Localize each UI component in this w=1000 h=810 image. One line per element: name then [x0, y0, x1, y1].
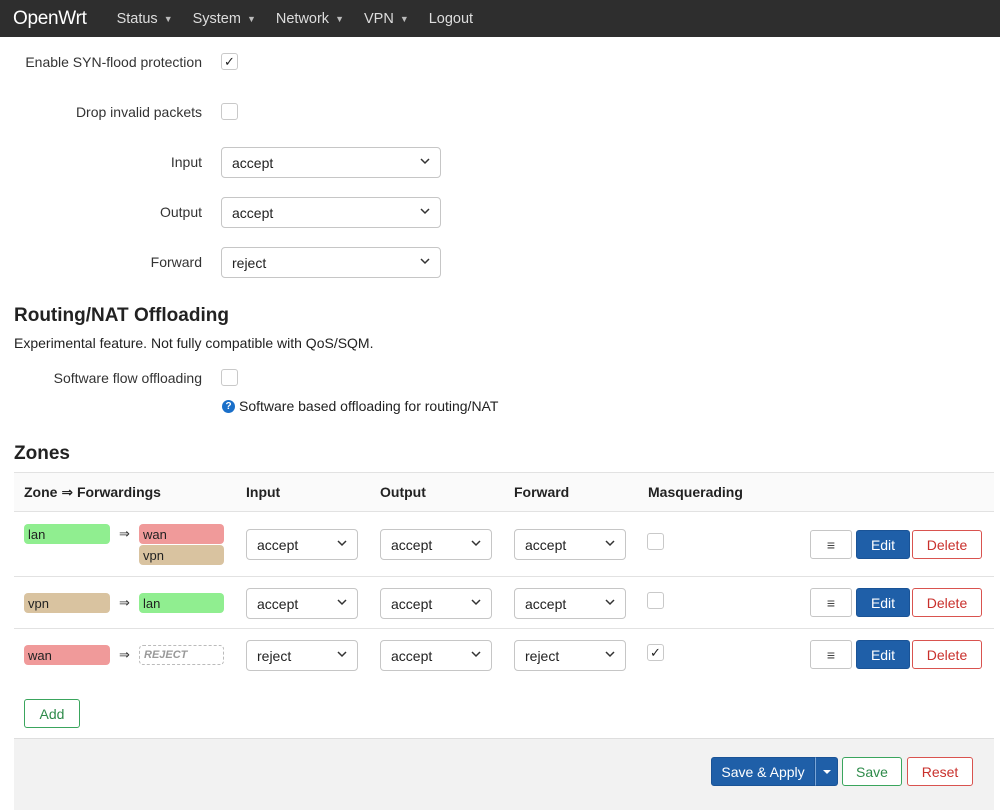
chevron-down-icon: [605, 651, 615, 658]
forward-arrow: ⇒: [119, 647, 130, 662]
menu-logout[interactable]: Logout: [429, 11, 473, 27]
input-policy-label: Input: [170, 154, 202, 170]
col-output: Output: [380, 484, 426, 500]
save-button[interactable]: Save: [842, 757, 902, 786]
zone-forward-select[interactable]: reject: [514, 640, 626, 671]
save-apply-button[interactable]: Save & Apply: [711, 757, 815, 786]
output-policy-select[interactable]: accept: [221, 197, 441, 228]
edit-button[interactable]: Edit: [856, 640, 910, 669]
drop-invalid-label: Drop invalid packets: [75, 104, 202, 120]
save-apply-dropdown[interactable]: [815, 757, 838, 786]
offloading-title: Routing/NAT Offloading: [14, 305, 229, 326]
offloading-description: Experimental feature. Not fully compatib…: [14, 335, 374, 351]
chevron-down-icon: [337, 599, 347, 606]
caret-down-icon: ▼: [335, 13, 344, 24]
forwarding-badge-wan: wan: [139, 524, 224, 544]
menu-network[interactable]: Network ▼: [276, 11, 344, 27]
zone-output-select[interactable]: accept: [380, 588, 492, 619]
col-masquerading: Masquerading: [648, 484, 743, 500]
chevron-down-icon: [471, 540, 481, 547]
zone-input-select[interactable]: accept: [246, 588, 358, 619]
masquerading-checkbox[interactable]: [647, 533, 664, 550]
col-input: Input: [246, 484, 281, 500]
zone-input-select[interactable]: reject: [246, 640, 358, 671]
chevron-down-icon: [337, 651, 347, 658]
syn-flood-label: Enable SYN-flood protection: [25, 54, 202, 70]
caret-down-icon: ▼: [163, 13, 173, 24]
zone-badge-wan[interactable]: wan: [24, 645, 110, 665]
zones-table-header: [14, 472, 994, 512]
col-zone-forwardings: Zone ⇒ Forwardings: [24, 484, 161, 500]
top-navbar: OpenWrt Status ▼ System ▼ Network ▼ VPN ▼ Lo…: [0, 0, 1000, 37]
zone-badge-lan[interactable]: lan: [24, 524, 110, 544]
zone-badge-vpn[interactable]: vpn: [24, 593, 110, 613]
menu-vpn[interactable]: VPN ▼: [364, 11, 409, 27]
menu-status[interactable]: Status ▼: [117, 11, 173, 27]
zone-forward-select[interactable]: accept: [514, 588, 626, 619]
col-forward: Forward: [514, 484, 570, 500]
chevron-down-icon: [420, 158, 430, 165]
menu-system[interactable]: System ▼: [193, 11, 256, 27]
masquerading-checkbox[interactable]: ✓: [647, 644, 664, 661]
brand-logo[interactable]: OpenWrt: [13, 8, 87, 30]
delete-button[interactable]: Delete: [912, 530, 982, 559]
zone-output-select[interactable]: accept: [380, 640, 492, 671]
forward-policy-label: Forward: [150, 254, 202, 270]
chevron-down-icon: [605, 599, 615, 606]
drag-handle-button[interactable]: ≡: [810, 588, 852, 617]
masquerading-checkbox[interactable]: [647, 592, 664, 609]
forward-policy-select[interactable]: reject: [221, 247, 441, 278]
row-divider: [14, 576, 994, 577]
row-divider: [14, 628, 994, 629]
reset-button[interactable]: Reset: [907, 757, 973, 786]
caret-down-icon: ▼: [399, 13, 409, 24]
caret-down-icon: ▼: [246, 13, 256, 24]
zone-output-select[interactable]: accept: [380, 529, 492, 560]
forwarding-badge-reject: REJECT: [139, 645, 224, 665]
software-offloading-checkbox[interactable]: [221, 369, 238, 386]
input-policy-select[interactable]: accept: [221, 147, 441, 178]
chevron-down-icon: [337, 540, 347, 547]
chevron-down-icon: [605, 540, 615, 547]
zones-title: Zones: [14, 443, 70, 464]
delete-button[interactable]: Delete: [912, 588, 982, 617]
chevron-down-icon: [471, 599, 481, 606]
drag-handle-button[interactable]: ≡: [810, 530, 852, 559]
forwarding-badge-vpn: vpn: [139, 545, 224, 565]
help-icon: ?: [222, 399, 235, 413]
delete-button[interactable]: Delete: [912, 640, 982, 669]
chevron-down-icon: [420, 208, 430, 215]
drop-invalid-checkbox[interactable]: [221, 103, 238, 120]
edit-button[interactable]: Edit: [856, 588, 910, 617]
syn-flood-checkbox[interactable]: ✓: [221, 53, 238, 70]
forwarding-badge-lan: lan: [139, 593, 224, 613]
forward-arrow: ⇒: [119, 595, 130, 610]
software-offloading-label: Software flow offloading: [53, 370, 202, 386]
chevron-down-icon: [420, 258, 430, 265]
zone-input-select[interactable]: accept: [246, 529, 358, 560]
edit-button[interactable]: Edit: [856, 530, 910, 559]
forward-arrow: ⇒: [119, 526, 130, 541]
zone-forward-select[interactable]: accept: [514, 529, 626, 560]
software-offloading-hint: ? Software based offloading for routing/…: [222, 398, 498, 414]
drag-handle-button[interactable]: ≡: [810, 640, 852, 669]
caret-down-icon: [822, 769, 831, 774]
add-zone-button[interactable]: Add: [24, 699, 80, 728]
chevron-down-icon: [471, 651, 481, 658]
output-policy-label: Output: [159, 204, 202, 220]
